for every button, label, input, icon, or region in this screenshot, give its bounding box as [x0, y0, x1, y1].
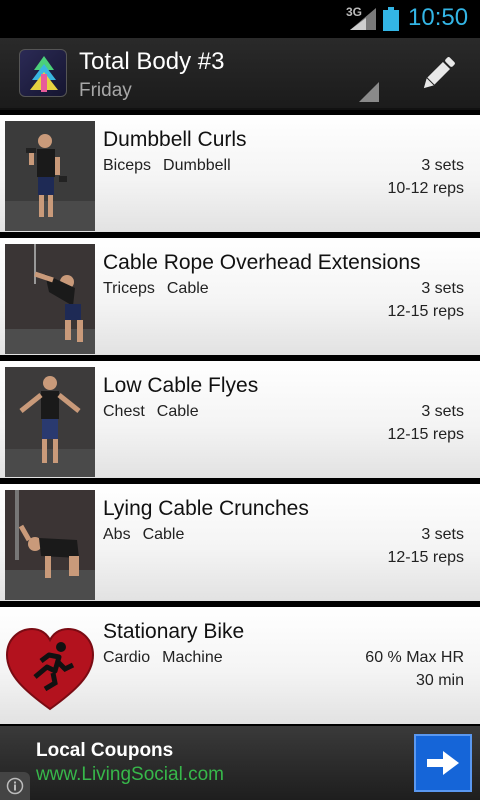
exercise-thumbnail [5, 367, 95, 477]
spinner-triangle-icon[interactable] [359, 82, 379, 102]
exercise-thumbnail [5, 121, 95, 231]
exercise-name: Stationary Bike [103, 620, 245, 643]
exercise-row[interactable]: Stationary Bike Cardio Machine 60 % Max H… [0, 607, 480, 727]
ad-go-button[interactable] [414, 734, 472, 792]
equipment: Dumbbell [163, 157, 231, 174]
muscle-group: Cardio [103, 649, 151, 666]
exercise-sets: 3 sets [421, 280, 464, 297]
exercise-tags: Triceps Cable [103, 280, 221, 298]
exercise-tags: Chest Cable [103, 403, 211, 421]
exercise-name: Dumbbell Curls [103, 128, 247, 151]
action-bar: Total Body #3 Friday [0, 38, 480, 110]
ad-info-button[interactable] [0, 772, 30, 800]
exercise-row[interactable]: Cable Rope Overhead Extensions Triceps Ca… [0, 238, 480, 358]
exercise-thumbnail [5, 613, 95, 723]
exercise-reps: 12-15 reps [387, 549, 465, 566]
status-bar: 3G 10:50 [0, 0, 480, 38]
equipment: Cable [166, 280, 209, 297]
exercise-tags: Abs Cable [103, 526, 196, 544]
equipment: Machine [162, 649, 223, 666]
exercise-target: 60 % Max HR [365, 649, 464, 666]
exercise-duration: 30 min [415, 672, 464, 689]
edit-button[interactable] [410, 46, 466, 102]
exercise-reps: 12-15 reps [387, 303, 465, 320]
signal-icon [350, 8, 376, 30]
heart-runner-icon [5, 627, 95, 711]
exercise-row[interactable]: Dumbbell Curls Biceps Dumbbell 3 sets 10-… [0, 115, 480, 235]
arrow-right-icon [427, 751, 459, 775]
battery-icon [383, 7, 399, 31]
exercise-name: Low Cable Flyes [103, 374, 259, 397]
exercise-sets: 3 sets [421, 157, 464, 174]
pencil-icon [423, 57, 455, 89]
ad-title: Local Coupons [36, 740, 174, 761]
muscle-group: Chest [103, 403, 145, 420]
exercise-name: Lying Cable Crunches [103, 497, 309, 520]
exercise-reps: 12-15 reps [387, 426, 465, 443]
exercise-tags: Biceps Dumbbell [103, 157, 243, 175]
clock: 10:50 [408, 4, 469, 31]
equipment: Cable [156, 403, 199, 420]
ad-banner[interactable]: Local Coupons www.LivingSocial.com [0, 726, 480, 800]
app-logo-icon[interactable] [19, 49, 67, 97]
ad-link[interactable]: www.LivingSocial.com [36, 764, 224, 786]
workout-day-spinner[interactable]: Friday [79, 80, 132, 102]
workout-title: Total Body #3 [79, 48, 225, 75]
muscle-group: Abs [103, 526, 131, 543]
muscle-group: Biceps [103, 157, 152, 174]
exercise-thumbnail [5, 490, 95, 600]
exercise-row[interactable]: Lying Cable Crunches Abs Cable 3 sets 12-… [0, 484, 480, 604]
exercise-list: Dumbbell Curls Biceps Dumbbell 3 sets 10-… [0, 110, 480, 727]
exercise-reps: 10-12 reps [387, 180, 465, 197]
exercise-sets: 3 sets [421, 526, 464, 543]
exercise-sets: 3 sets [421, 403, 464, 420]
info-icon [6, 777, 24, 795]
exercise-row[interactable]: Low Cable Flyes Chest Cable 3 sets 12-15 … [0, 361, 480, 481]
exercise-thumbnail [5, 244, 95, 354]
exercise-name: Cable Rope Overhead Extensions [103, 251, 421, 274]
equipment: Cable [142, 526, 185, 543]
exercise-tags: Cardio Machine [103, 649, 235, 667]
muscle-group: Triceps [103, 280, 155, 297]
